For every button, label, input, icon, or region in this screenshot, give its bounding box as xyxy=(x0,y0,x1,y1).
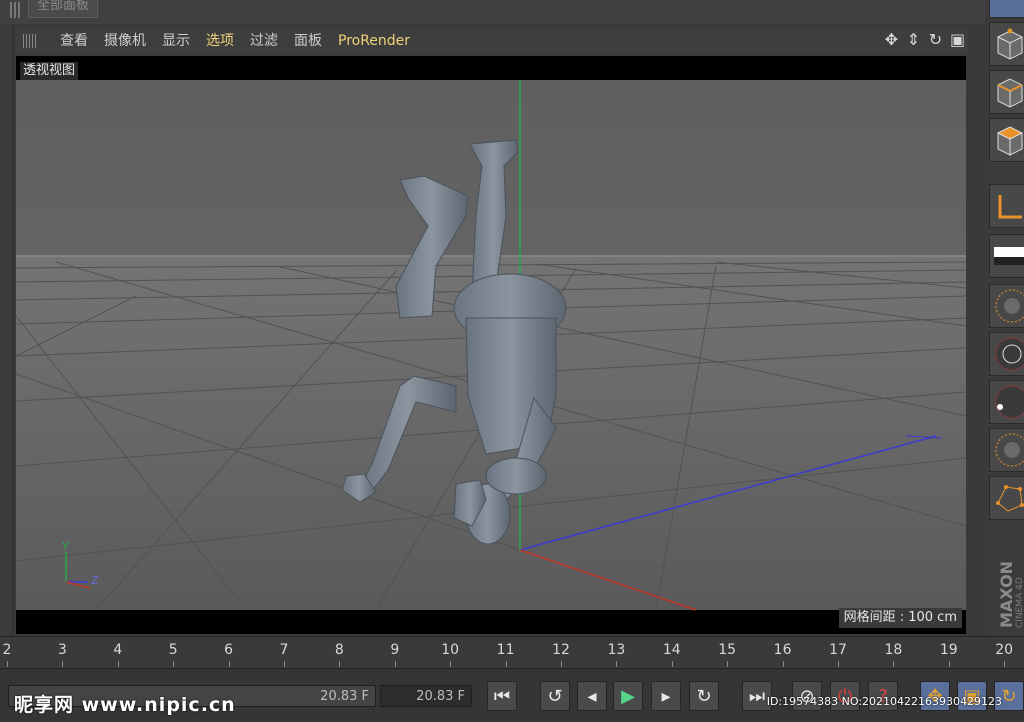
timeline-tick-mark xyxy=(394,661,396,667)
svg-text:MAXON: MAXON xyxy=(997,561,1016,628)
timeline-tick-mark xyxy=(228,661,230,667)
timeline-tick-mark xyxy=(505,661,507,667)
menu-grip-icon[interactable] xyxy=(23,34,37,48)
points-mode-button[interactable] xyxy=(989,22,1024,66)
gizmo-y-label: Y xyxy=(61,540,69,553)
timeline-tick-label: 14 xyxy=(662,642,681,658)
timeline-tick-label: 5 xyxy=(168,642,178,658)
zoom-icon[interactable]: ⇕ xyxy=(905,31,922,49)
prev-key-button[interactable]: ↺ xyxy=(540,681,570,711)
edges-mode-button[interactable] xyxy=(989,70,1024,114)
top-panel-strip: 全部面板 xyxy=(0,0,985,24)
timeline-tick-mark xyxy=(450,661,452,667)
menu-display[interactable]: 显示 xyxy=(154,31,198,51)
polygon-pen-button[interactable] xyxy=(989,476,1024,520)
polygons-mode-button[interactable] xyxy=(989,118,1024,162)
cube-polygons-icon xyxy=(996,126,1024,156)
prev-frame-button[interactable]: ◂ xyxy=(577,681,607,711)
maximize-icon[interactable]: ▣ xyxy=(949,31,966,49)
soft-selection-button-4[interactable] xyxy=(989,428,1024,472)
timeline-tick-mark xyxy=(616,661,618,667)
timeline-tick-label: 12 xyxy=(552,642,570,658)
left-dock-rail xyxy=(0,24,13,636)
timeline-tick-mark xyxy=(838,661,839,667)
right-tool-palette xyxy=(985,0,1024,640)
axis-corner-icon xyxy=(998,195,1022,219)
menu-filter[interactable]: 过滤 xyxy=(242,31,286,51)
gizmo-z-label: Z xyxy=(91,574,99,587)
timeline-tick-mark xyxy=(893,661,895,667)
timeline-tick-label: 15 xyxy=(718,642,737,658)
timeline-tick-label: 11 xyxy=(496,642,515,658)
polygon-points-icon xyxy=(996,485,1024,512)
timeline-tick-label: 3 xyxy=(57,642,67,658)
radial-dot-icon xyxy=(995,385,1024,419)
gradient-texture-icon xyxy=(994,247,1024,265)
timeline-tick-label: 7 xyxy=(279,642,289,658)
timeline-tick-label: 4 xyxy=(113,642,123,658)
timeline-tick-label: 8 xyxy=(334,642,344,658)
timeline-tick-label: 17 xyxy=(829,642,847,658)
grid-spacing-readout: 网格间距 : 100 cm xyxy=(838,608,962,628)
menu-prorender[interactable]: ProRender xyxy=(330,31,418,51)
watermark-id: ID:19574383 NO:20210422163930429123 xyxy=(766,695,1002,708)
cube-edges-icon xyxy=(997,78,1023,108)
viewport-menubar: 查看 摄像机 显示 选项 过滤 面板 ProRender ✥ ⇕ ↻ ▣ xyxy=(16,28,968,54)
timeline-tick-mark xyxy=(727,661,729,667)
radial-burst-2-icon xyxy=(995,433,1024,467)
move-icon[interactable]: ✥ xyxy=(883,31,900,49)
soft-selection-button-3[interactable] xyxy=(989,380,1024,424)
timeline-tick-mark xyxy=(782,661,784,667)
panel-tab[interactable]: 全部面板 xyxy=(28,0,99,18)
perspective-viewport[interactable]: Y Z 透视视图 网格间距 : 100 cm xyxy=(16,56,966,634)
next-key-button[interactable]: ↻ xyxy=(689,681,719,711)
watermark-site: 昵享网 www.nipic.cn xyxy=(14,694,236,716)
menu-camera[interactable]: 摄像机 xyxy=(96,31,154,51)
timeline-tick-label: 13 xyxy=(607,642,626,658)
timeline-tick-mark xyxy=(284,661,285,667)
go-to-start-button[interactable]: ⏮ xyxy=(487,681,517,711)
timeline-tick-mark xyxy=(173,661,175,667)
timeline-tick-label: 20 xyxy=(995,642,1014,658)
timeline-tick-mark xyxy=(1004,661,1006,667)
frame-field[interactable]: 20.83 F xyxy=(380,685,472,707)
svg-text:CINEMA 4D: CINEMA 4D xyxy=(1015,577,1024,628)
next-frame-button[interactable]: ▸ xyxy=(651,681,681,711)
soft-selection-button-2[interactable] xyxy=(989,332,1024,376)
menu-options[interactable]: 选项 xyxy=(198,31,242,51)
timeline-ruler[interactable]: 2 3 4 5 6 7 8 9 10 11 12 13 14 15 16 17 18 19 20 xyxy=(0,636,1024,667)
timeline-tick-mark xyxy=(339,661,341,667)
radial-dial-icon xyxy=(995,337,1024,371)
timeline-tick-mark xyxy=(7,661,8,667)
timeline-tick-label: 19 xyxy=(939,642,958,658)
maxon-logo: MAXON CINEMA 4D xyxy=(997,561,1024,628)
texture-mode-button[interactable] xyxy=(989,234,1024,278)
timeline-tick-label: 16 xyxy=(773,642,792,658)
soft-selection-button-1[interactable] xyxy=(989,284,1024,328)
radial-burst-icon xyxy=(995,289,1024,323)
model-mode-button[interactable] xyxy=(989,0,1024,18)
menu-panel[interactable]: 面板 xyxy=(286,31,330,51)
rotate-icon[interactable]: ↻ xyxy=(927,31,944,49)
timeline-tick-label: 6 xyxy=(224,642,234,658)
menu-view[interactable]: 查看 xyxy=(52,31,96,51)
viewport-title: 透视视图 xyxy=(20,62,79,80)
grip-handle-icon[interactable] xyxy=(10,2,20,18)
timeline-tick-label: 18 xyxy=(884,642,903,658)
timeline-tick-mark xyxy=(671,661,673,667)
timeline-tick-mark xyxy=(561,661,562,667)
timeline-tick-mark xyxy=(62,661,64,667)
play-button[interactable]: ▶ xyxy=(613,681,643,711)
axis-mode-button[interactable] xyxy=(989,184,1024,228)
cube-points-icon xyxy=(997,28,1023,60)
timeline-tick-label: 10 xyxy=(441,642,460,658)
timeline-tick-label: 2 xyxy=(2,642,12,658)
timeline-tick-label: 9 xyxy=(390,642,400,658)
viewport-canvas: Y Z xyxy=(16,80,966,611)
timeline-tick-mark xyxy=(948,661,950,667)
timeline-tick-mark xyxy=(117,661,119,667)
